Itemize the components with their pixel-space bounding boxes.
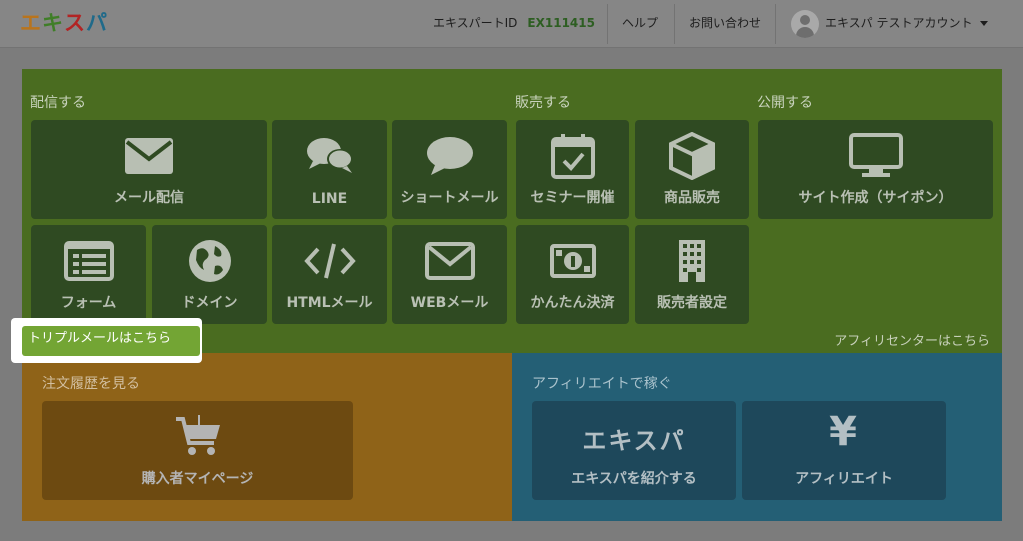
tile-short-mail[interactable]: ショートメール	[392, 120, 507, 219]
tile-label: ショートメール	[400, 190, 499, 206]
tile-label: セミナー開催	[530, 190, 615, 206]
monitor-icon	[758, 130, 993, 182]
code-icon	[272, 235, 387, 287]
tile-label: アフィリエイト	[795, 471, 893, 487]
globe-icon	[152, 235, 267, 287]
orders-panel: 注文履歴を見る 購入者マイページ	[22, 353, 512, 521]
account-id: エキスパートID EX111415	[433, 0, 595, 48]
tile-label: エキスパを紹介する	[571, 471, 697, 487]
user-menu[interactable]: エキスパ テストアカウント	[825, 0, 972, 48]
main-menu-panel: 配信する 販売する 公開する メール配信 LINE ショートメール セミナー開催…	[22, 69, 1002, 353]
header-divider	[607, 4, 608, 44]
help-link[interactable]: ヘルプ	[622, 0, 658, 48]
tile-domain[interactable]: ドメイン	[152, 225, 267, 324]
yen-icon: ¥	[829, 409, 859, 455]
section-sell: 販売する	[515, 95, 571, 111]
expa-logo-text: エキスパ	[582, 427, 686, 455]
tile-line[interactable]: LINE	[272, 120, 387, 219]
tile-seminar[interactable]: セミナー開催	[516, 120, 629, 219]
triple-mail-link-label[interactable]: トリプルメールはこちら	[28, 330, 171, 348]
expa-logo[interactable]: エキスパ	[20, 10, 108, 36]
tile-mail-delivery[interactable]: メール配信	[31, 120, 267, 219]
section-deliver: 配信する	[30, 95, 86, 111]
tile-label: 販売者設定	[657, 295, 727, 311]
tile-label: フォーム	[60, 295, 117, 311]
tile-label: かんたん決済	[530, 295, 615, 311]
tile-label: WEBメール	[410, 295, 489, 311]
tile-introduce-expa[interactable]: エキスパ エキスパを紹介する	[532, 401, 736, 500]
calendar-check-icon	[516, 130, 629, 182]
envelope-icon	[31, 130, 267, 182]
tile-label: LINE	[311, 191, 348, 207]
logo-char-1: エ	[20, 11, 42, 35]
header-divider	[674, 4, 675, 44]
box-icon	[635, 130, 749, 182]
account-id-label: エキスパートID	[433, 16, 518, 30]
logo-char-4: パ	[86, 11, 108, 35]
tile-label: メール配信	[114, 190, 184, 206]
affiliate-panel: アフィリエイトで稼ぐ エキスパ エキスパを紹介する ¥ アフィリエイト	[512, 353, 1002, 521]
tile-label: 商品販売	[664, 190, 720, 206]
tile-seller-settings[interactable]: 販売者設定	[635, 225, 749, 324]
tile-site-builder[interactable]: サイト作成（サイポン）	[758, 120, 993, 219]
logo-char-2: キ	[42, 11, 64, 35]
shopping-cart-icon	[42, 411, 353, 461]
chat-bubbles-icon	[272, 130, 387, 182]
tile-label: 購入者マイページ	[141, 471, 254, 487]
section-affiliate: アフィリエイトで稼ぐ	[532, 376, 672, 392]
building-icon	[635, 235, 749, 287]
tile-label: サイト作成（サイポン）	[798, 190, 953, 206]
envelope-outline-icon	[392, 235, 507, 287]
tile-label: ドメイン	[181, 295, 238, 311]
top-header: エキスパ エキスパートID EX111415 ヘルプ お問い合わせ エキスパ テス…	[0, 0, 1023, 48]
tile-product-sales[interactable]: 商品販売	[635, 120, 749, 219]
tile-buyer-mypage[interactable]: 購入者マイページ	[42, 401, 353, 500]
user-avatar-icon[interactable]	[791, 10, 819, 38]
speech-bubble-icon	[392, 130, 507, 182]
header-divider	[775, 4, 776, 44]
tile-form[interactable]: フォーム	[31, 225, 146, 324]
banknote-icon	[516, 235, 629, 287]
logo-char-3: ス	[64, 11, 86, 35]
contact-link[interactable]: お問い合わせ	[689, 0, 761, 48]
tile-html-mail[interactable]: HTMLメール	[272, 225, 387, 324]
tile-easy-payment[interactable]: かんたん決済	[516, 225, 629, 324]
section-orders: 注文履歴を見る	[42, 376, 140, 392]
form-list-icon	[31, 235, 146, 287]
affiliate-center-link[interactable]: アフィリセンターはこちら	[834, 330, 990, 349]
section-publish: 公開する	[757, 95, 813, 111]
tile-label: HTMLメール	[286, 295, 373, 311]
tile-web-mail[interactable]: WEBメール	[392, 225, 507, 324]
account-id-value: EX111415	[527, 16, 595, 30]
chevron-down-icon[interactable]	[980, 21, 988, 26]
tile-affiliate[interactable]: ¥ アフィリエイト	[742, 401, 946, 500]
